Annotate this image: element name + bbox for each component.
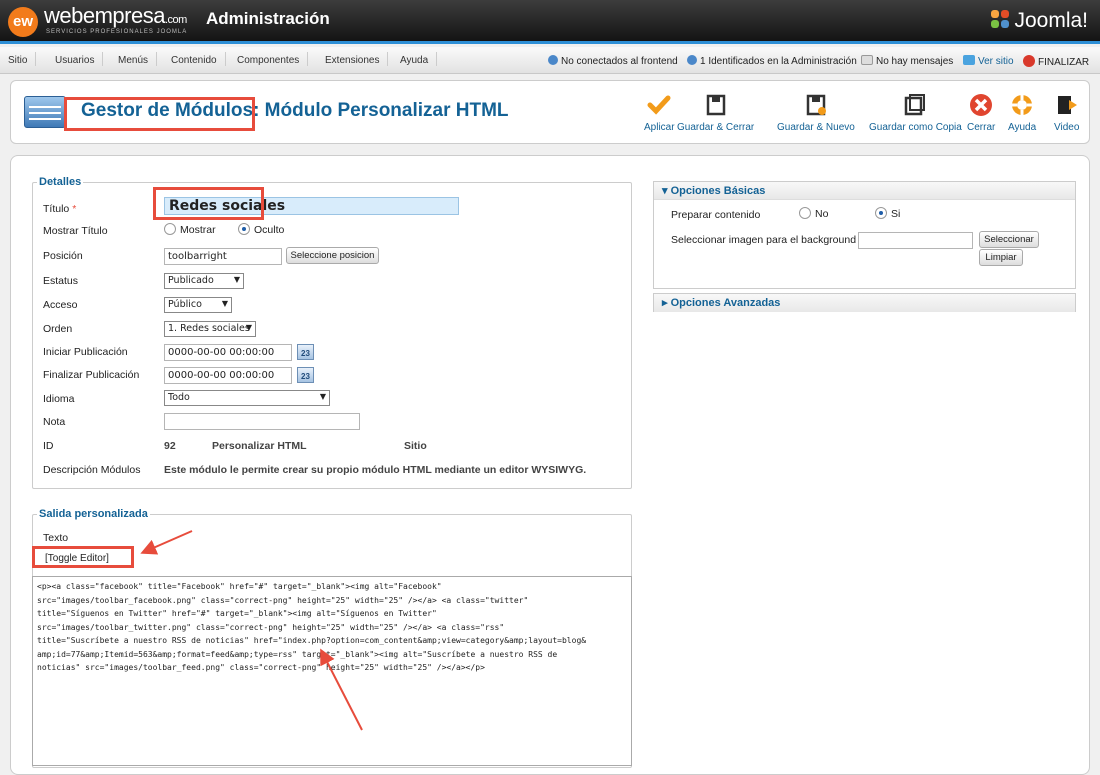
video-icon [1057, 96, 1077, 114]
triangle-down-icon: ▾ [662, 185, 671, 197]
status-label: Estatus [43, 275, 79, 287]
language-select[interactable]: Todo ▼ [164, 390, 330, 406]
screen-icon [963, 55, 975, 65]
start-publish-input[interactable]: 0000-00-00 00:00:00 [164, 344, 292, 361]
save-copy-icon [905, 94, 926, 116]
order-select[interactable]: 1. Redes sociales ▼ [164, 321, 256, 337]
start-publish-label: Iniciar Publicación [43, 346, 128, 358]
radio-no[interactable] [799, 207, 811, 219]
triangle-right-icon: ▸ [662, 297, 671, 309]
save-new-button[interactable]: Guardar & Nuevo [777, 93, 855, 133]
top-header-bar: ew webempresa.com SERVICIOS PROFESIONALE… [0, 0, 1100, 44]
users-icon [687, 55, 697, 65]
basic-options-panel: ▾ Opciones Básicas Preparar contenido No… [653, 181, 1076, 289]
access-label: Acceso [43, 299, 78, 311]
save-copy-button[interactable]: Guardar como Copia [869, 93, 962, 133]
prepare-content-label: Preparar contenido [671, 209, 761, 221]
id-value: 92 [164, 440, 176, 452]
status-select[interactable]: Publicado ▼ [164, 273, 244, 289]
order-label: Orden [43, 323, 73, 335]
access-select[interactable]: Público ▼ [164, 297, 232, 313]
toggle-highlight-box [32, 546, 134, 568]
prepare-no-option[interactable]: No [799, 207, 828, 220]
menu-componentes[interactable]: Componentes [237, 52, 309, 66]
language-label: Idioma [43, 393, 75, 405]
menu-usuarios[interactable]: Usuarios [55, 52, 105, 66]
module-type: Personalizar HTML [212, 440, 307, 452]
messages-status[interactable]: No hay mensajes [861, 55, 953, 67]
menu-ayuda[interactable]: Ayuda [400, 52, 438, 66]
radio-yes[interactable] [875, 207, 887, 219]
save-new-icon [806, 94, 826, 116]
note-input[interactable] [164, 413, 360, 430]
menu-contenido[interactable]: Contenido [171, 52, 226, 66]
users-icon [548, 55, 558, 65]
chevron-down-icon: ▼ [245, 323, 252, 332]
toolbar-panel: Gestor de Módulos: Módulo Personalizar H… [10, 80, 1090, 144]
webempresa-logo-icon: ew [8, 7, 38, 37]
close-button[interactable]: Cerrar [967, 93, 995, 133]
details-legend: Detalles [39, 176, 82, 188]
brand-name: webempresa.com [44, 3, 187, 28]
title-field-highlight [153, 187, 264, 220]
calendar-icon[interactable]: 23 [297, 367, 314, 383]
logout-icon [1023, 55, 1035, 67]
custom-output-legend: Salida personalizada [39, 508, 148, 520]
basic-options-header[interactable]: ▾ Opciones Básicas [654, 182, 1075, 200]
position-input[interactable]: toolbarright [164, 248, 282, 265]
background-image-label: Seleccionar imagen para el background [671, 234, 857, 246]
help-icon [1012, 95, 1033, 115]
html-code-textarea[interactable]: <p><a class="facebook" title="Facebook" … [32, 576, 632, 766]
show-title-label: Mostrar Título [43, 225, 108, 237]
admin-title: Administración [206, 9, 330, 28]
end-publish-label: Finalizar Publicación [43, 369, 140, 381]
view-site-link[interactable]: Ver sitio [963, 55, 1014, 67]
module-manager-icon [24, 96, 66, 128]
details-fieldset: Detalles [32, 176, 632, 489]
video-button[interactable]: Video [1054, 93, 1079, 133]
select-position-button[interactable]: Seleccione posicion [286, 247, 379, 264]
description-label: Descripción Módulos [43, 464, 141, 476]
admin-status: 1 Identificados en la Administración [687, 55, 857, 67]
check-icon [647, 95, 671, 115]
radio-hide[interactable] [238, 223, 250, 235]
title-label: Título * [43, 203, 77, 215]
chevron-down-icon: ▼ [221, 299, 228, 308]
end-publish-input[interactable]: 0000-00-00 00:00:00 [164, 367, 292, 384]
menu-sitio[interactable]: Sitio [8, 52, 38, 66]
show-title-option[interactable]: Mostrar [164, 223, 216, 236]
prepare-yes-option[interactable]: Si [875, 207, 900, 220]
background-image-input[interactable] [858, 232, 973, 249]
title-highlight-box [64, 97, 255, 131]
joomla-logo: Joomla! [989, 8, 1088, 33]
joomla-star-icon [991, 10, 1010, 28]
save-close-icon [706, 94, 725, 116]
module-description: Este módulo le permite crear su propio m… [164, 464, 587, 476]
apply-button[interactable]: Aplicar [644, 93, 675, 133]
menu-extensiones[interactable]: Extensiones [325, 52, 390, 66]
id-label: ID [43, 440, 54, 452]
select-image-button[interactable]: Seleccionar [979, 231, 1039, 248]
brand-subtitle: SERVICIOS PROFESIONALES JOOMLA [46, 29, 188, 35]
mail-icon [861, 55, 873, 65]
position-label: Posición [43, 250, 83, 262]
calendar-icon[interactable]: 23 [297, 344, 314, 360]
frontend-status: No conectados al frontend [548, 55, 678, 67]
main-menu-bar: Sitio Usuarios Menús Contenido Component… [0, 47, 1100, 74]
note-label: Nota [43, 416, 66, 428]
menu-menus[interactable]: Menús [118, 52, 158, 66]
save-close-button[interactable]: Guardar & Cerrar [677, 93, 754, 133]
close-icon [970, 94, 993, 116]
client-site: Sitio [404, 440, 427, 452]
chevron-down-icon: ▼ [319, 392, 326, 401]
advanced-options-panel: ▸ Opciones Avanzadas [653, 293, 1076, 312]
advanced-options-header[interactable]: ▸ Opciones Avanzadas [654, 294, 1075, 312]
chevron-down-icon: ▼ [233, 275, 240, 284]
text-label: Texto [43, 532, 69, 544]
help-button[interactable]: Ayuda [1008, 93, 1036, 133]
radio-show[interactable] [164, 223, 176, 235]
clear-image-button[interactable]: Limpiar [979, 249, 1023, 266]
hide-title-option[interactable]: Oculto [238, 223, 284, 236]
logout-link[interactable]: FINALIZAR [1023, 55, 1089, 68]
